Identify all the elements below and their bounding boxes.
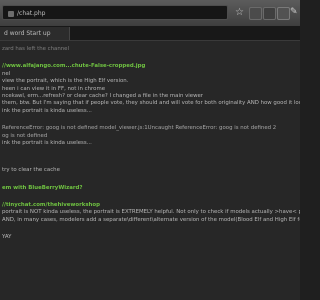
chat-line: //tinychat.com/thehiveworkshop <box>0 202 300 209</box>
chat-line <box>0 147 300 157</box>
chat-line <box>0 242 300 252</box>
chat-link[interactable]: //tinychat.com/thehiveworkshop <box>2 202 100 208</box>
page-icon <box>8 10 14 17</box>
chat-line <box>0 175 300 185</box>
chat-line: ink the portrait is kinda useless... <box>0 108 300 115</box>
chat-line: heen i can view it in FF, not in chrome <box>0 86 300 93</box>
chat-line: portrait is NOT kinda useless, the portr… <box>0 209 300 216</box>
active-tab[interactable]: d word Start up <box>0 27 70 40</box>
chat-text: og is not defined <box>2 132 48 139</box>
chat-text: ReferenceError: goog is not defined mode… <box>2 125 277 132</box>
chat-line: YAY <box>0 234 300 241</box>
chat-line <box>0 157 300 167</box>
chat-line <box>0 53 300 63</box>
extension-icon[interactable] <box>263 7 276 20</box>
chat-text: ncekawl, erm...refresh? or clear cache? … <box>2 92 204 99</box>
chat-text: view the portrait, which is the High Elf… <box>2 78 129 85</box>
address-bar-area: /chat.php ☆ ✎ <box>0 0 300 27</box>
chat-text: ink the portrait is kinda useless... <box>2 107 92 114</box>
chat-line <box>0 252 300 262</box>
extension-icon[interactable] <box>249 7 262 20</box>
chat-log: zard has left the channel //www.alfajango… <box>0 41 300 300</box>
chat-text: nel <box>2 70 11 77</box>
chat-text: em with BlueBerryWizard? <box>2 184 83 191</box>
extension-icon[interactable] <box>277 7 290 20</box>
chat-text: try to clear the cache <box>2 167 60 174</box>
chat-line: //www.alfajango.com...chute-False-croppe… <box>0 63 300 70</box>
chat-line: ncekawl, erm...refresh? or clear cache? … <box>0 93 300 100</box>
chat-link[interactable]: //www.alfajango.com...chute-False-croppe… <box>2 63 145 69</box>
url-field[interactable]: /chat.php <box>2 5 228 20</box>
chat-line: zard has left the channel <box>0 46 300 53</box>
tab-strip: d word Start up <box>0 26 300 41</box>
chat-text: AND, in many cases, modelers add a separ… <box>2 216 300 223</box>
chat-line: og is not defined <box>0 133 300 140</box>
chat-line: view the portrait, which is the High Elf… <box>0 78 300 85</box>
chat-line: try to clear the cache <box>0 167 300 174</box>
chat-text: YAY <box>2 234 12 241</box>
chat-text: heen i can view it in FF, not in chrome <box>2 85 106 92</box>
chat-line <box>0 192 300 202</box>
star-icon[interactable]: ☆ <box>234 7 245 18</box>
chat-text: zard has left the channel <box>2 46 69 52</box>
wrench-icon[interactable]: ✎ <box>290 7 298 17</box>
chat-line: em with BlueBerryWizard? <box>0 185 300 192</box>
chat-line <box>0 224 300 234</box>
chat-text: ink the portrait is kinda useless... <box>2 139 92 146</box>
chat-line <box>0 115 300 125</box>
chat-line: AND, in many cases, modelers add a separ… <box>0 217 300 224</box>
chat-lines: zard has left the channel //www.alfajango… <box>0 41 300 262</box>
chat-text: portrait is NOT kinda useless, the portr… <box>2 209 300 216</box>
chat-line: ReferenceError: goog is not defined mode… <box>0 125 300 132</box>
chat-text: them, btw. But I'm saying that if people… <box>2 100 300 107</box>
chat-line: ink the portrait is kinda useless... <box>0 140 300 147</box>
url-text: /chat.php <box>17 10 46 17</box>
chat-line: them, btw. But I'm saying that if people… <box>0 100 300 107</box>
chat-line: nel <box>0 71 300 78</box>
browser-window: /chat.php ☆ ✎ d word Start up zard has l… <box>0 0 300 300</box>
